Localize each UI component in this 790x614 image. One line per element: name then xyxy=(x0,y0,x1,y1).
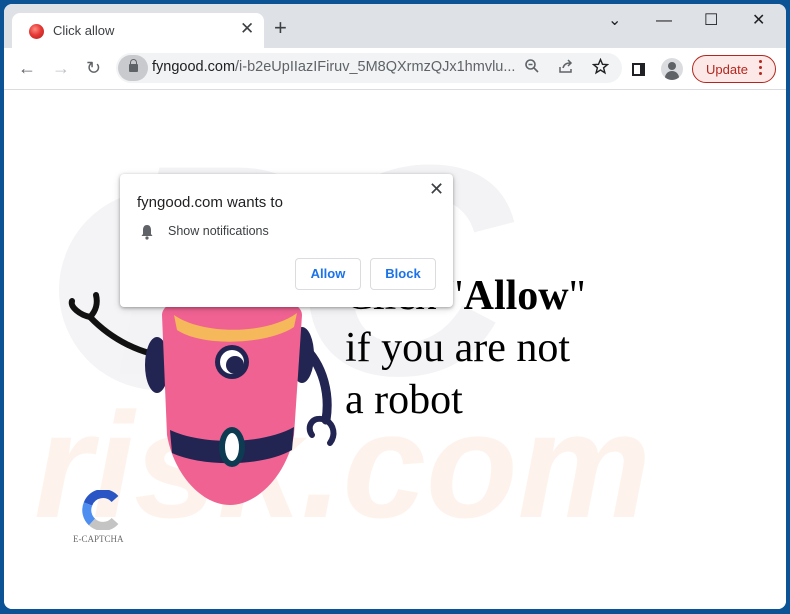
tab-close-icon[interactable]: ✕ xyxy=(240,20,254,38)
bookmark-star-icon[interactable] xyxy=(591,57,610,80)
headline-allow-word: Allow xyxy=(463,273,569,319)
zoom-icon[interactable] xyxy=(524,58,540,79)
headline-line-3: a robot xyxy=(345,377,463,423)
headline-suffix: " xyxy=(568,273,586,319)
url-domain: fyngood.com xyxy=(152,59,236,75)
allow-button[interactable]: Allow xyxy=(295,258,361,290)
page-content: PC risk.com xyxy=(4,90,786,609)
new-tab-button[interactable]: + xyxy=(274,17,287,39)
back-button[interactable]: ← xyxy=(18,58,36,78)
captcha-label: E-CAPTCHA xyxy=(73,534,124,544)
update-label: Update xyxy=(706,62,748,77)
profile-avatar-icon[interactable] xyxy=(661,58,683,80)
url-path: /i-b2eUpIIazIFiruv_5M8QXrmzQJx1hmvlu... xyxy=(235,59,516,75)
popup-close-icon[interactable]: ✕ xyxy=(429,179,444,200)
block-button[interactable]: Block xyxy=(370,258,436,290)
bell-icon xyxy=(141,225,153,240)
reload-button[interactable]: ↻ xyxy=(86,58,101,78)
avatar-head xyxy=(668,62,676,70)
tab-title: Click allow xyxy=(53,23,115,38)
browser-tab[interactable]: Click allow ✕ xyxy=(12,13,264,48)
maximize-button[interactable]: ☐ xyxy=(704,12,718,30)
close-window-button[interactable]: ✕ xyxy=(752,12,765,30)
tab-search-chevron-icon[interactable]: ⌄ xyxy=(608,12,621,30)
url-text[interactable]: fyngood.com/i-b2eUpIIazIFiruv_5M8QXrmzQJ… xyxy=(152,59,515,75)
side-panel-icon[interactable] xyxy=(632,63,645,76)
more-menu-icon[interactable] xyxy=(759,60,763,78)
popup-title: fyngood.com wants to xyxy=(137,194,283,211)
forward-button[interactable]: → xyxy=(52,58,70,78)
title-bar: Click allow ✕ + ⌄ — ☐ ✕ xyxy=(4,4,786,48)
robot-left-hand xyxy=(68,292,100,320)
browser-window: Click allow ✕ + ⌄ — ☐ ✕ ← → ↻ fyngood.co… xyxy=(4,4,786,609)
favicon-icon xyxy=(29,24,44,39)
site-info-button[interactable] xyxy=(118,55,148,81)
avatar-body xyxy=(665,71,679,80)
address-bar[interactable]: fyngood.com/i-b2eUpIIazIFiruv_5M8QXrmzQJ… xyxy=(116,53,622,83)
robot-right-hand xyxy=(306,415,337,446)
lock-icon xyxy=(129,59,138,72)
browser-toolbar: ← → ↻ fyngood.com/i-b2eUpIIazIFiruv_5M8Q… xyxy=(4,48,786,90)
minimize-button[interactable]: — xyxy=(656,12,672,30)
notification-permission-popup: fyngood.com wants to ✕ Show notification… xyxy=(120,174,453,307)
update-button[interactable]: Update xyxy=(692,55,776,83)
share-icon[interactable] xyxy=(558,58,574,79)
headline-line-2: if you are not xyxy=(345,325,571,371)
captcha-c-icon xyxy=(82,490,119,530)
permission-text: Show notifications xyxy=(168,224,269,238)
